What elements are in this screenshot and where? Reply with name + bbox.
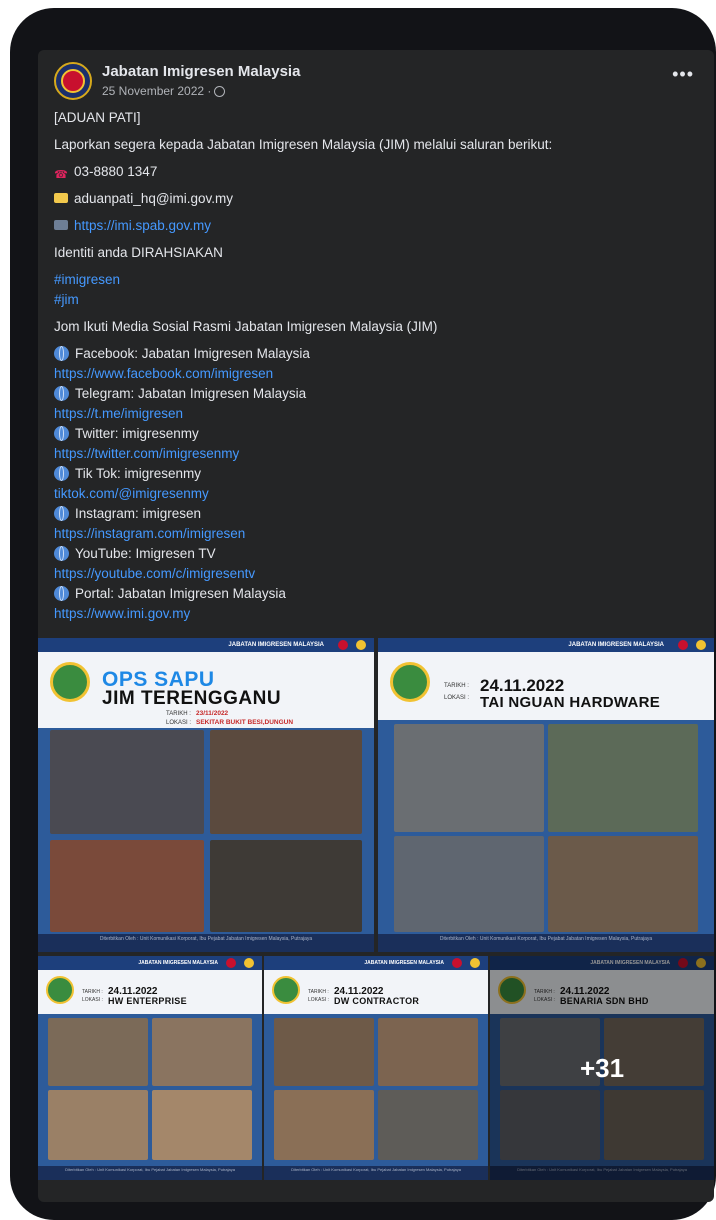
tarikh-label: TARIKH :	[308, 989, 329, 995]
social-tiktok-label: Tik Tok: imigresenmy	[54, 464, 694, 484]
photo	[378, 1018, 478, 1086]
photo	[394, 836, 544, 932]
social-tiktok-link[interactable]: tiktok.com/@imigresenmy	[54, 484, 694, 504]
globe-icon	[54, 426, 69, 441]
globe-icon	[54, 506, 69, 521]
more-photos-overlay[interactable]: +31	[490, 956, 714, 1180]
crest-icon	[272, 976, 300, 1004]
photo	[210, 730, 362, 834]
social-facebook-link[interactable]: https://www.facebook.com/imigresen	[54, 364, 694, 384]
photo	[378, 1090, 478, 1160]
tile-banner: JABATAN IMIGRESEN MALAYSIA	[38, 956, 262, 970]
crest-icon	[390, 662, 430, 702]
site-link[interactable]: https://imi.spab.gov.my	[74, 218, 211, 233]
lokasi-label: LOKASI :	[82, 997, 103, 1003]
tile-company: DW CONTRACTOR	[334, 996, 420, 1006]
social-twitter-link[interactable]: https://twitter.com/imigresenmy	[54, 444, 694, 464]
photo	[50, 730, 204, 834]
tarikh-label: TARIKH :	[82, 989, 103, 995]
tarikh-label: TARIKH :	[444, 683, 469, 689]
photo	[48, 1018, 148, 1086]
photo	[210, 840, 362, 932]
crest-icon	[61, 69, 85, 93]
tile-company: HW ENTERPRISE	[108, 996, 187, 1006]
social-telegram-label: Telegram: Jabatan Imigresen Malaysia	[54, 384, 694, 404]
tarikh-value: 23/11/2022	[196, 710, 229, 717]
lokasi-label: LOKASI :	[308, 997, 329, 1003]
photo	[152, 1090, 252, 1160]
tile-footer: Diterbitkan Oleh : Unit Komunikasi Korpo…	[264, 1166, 488, 1180]
social-instagram-link[interactable]: https://instagram.com/imigresen	[54, 524, 694, 544]
post-text: [ADUAN PATI] Laporkan segera kepada Jaba…	[54, 108, 694, 624]
page-name[interactable]: Jabatan Imigresen Malaysia	[102, 63, 300, 80]
tile-company: TAI NGUAN HARDWARE	[480, 694, 661, 711]
gallery-photo-1[interactable]: JABATAN IMIGRESEN MALAYSIA OPS SAPU JIM …	[38, 638, 374, 952]
tile-banner: JABATAN IMIGRESEN MALAYSIA	[38, 638, 374, 652]
site-line: https://imi.spab.gov.my	[54, 216, 694, 236]
follow-line: Jom Ikuti Media Sosial Rasmi Jabatan Imi…	[54, 319, 438, 334]
more-options-button[interactable]: •••	[672, 64, 694, 85]
photo	[394, 724, 544, 832]
telephone-icon: ☎	[54, 169, 68, 181]
photo	[548, 836, 698, 932]
phone-frame: Jabatan Imigresen Malaysia 25 November 2…	[10, 8, 716, 1220]
social-twitter-label: Twitter: imigresenmy	[54, 424, 694, 444]
tile-footer: Diterbitkan Oleh : Unit Komunikasi Korpo…	[38, 1166, 262, 1180]
tarikh-label: TARIKH :	[166, 711, 191, 717]
photo	[274, 1018, 374, 1086]
gallery-photo-2[interactable]: JABATAN IMIGRESEN MALAYSIA TARIKH : LOKA…	[378, 638, 714, 952]
envelope-icon	[54, 193, 68, 203]
gallery-photo-5[interactable]: JABATAN IMIGRESEN MALAYSIA TARIKH : LOKA…	[490, 956, 714, 1180]
more-photos-count: +31	[579, 1052, 625, 1083]
photo	[548, 724, 698, 832]
laptop-icon	[54, 220, 68, 230]
photo	[48, 1090, 148, 1160]
tile-footer: Diterbitkan Oleh : Unit Komunikasi Korpo…	[378, 934, 714, 952]
email-line: aduanpati_hq@imi.gov.my	[54, 189, 694, 209]
social-youtube-label: YouTube: Imigresen TV	[54, 544, 694, 564]
social-portal-label: Portal: Jabatan Imigresen Malaysia	[54, 584, 694, 604]
post-meta: 25 November 2022 ·	[102, 84, 226, 98]
globe-icon	[54, 586, 69, 601]
phone-line: ☎ 03-8880 1347	[54, 164, 158, 181]
tile-banner: JABATAN IMIGRESEN MALAYSIA	[264, 956, 488, 970]
social-telegram-link[interactable]: https://t.me/imigresen	[54, 404, 694, 424]
crest-icon	[46, 976, 74, 1004]
social-portal-link[interactable]: https://www.imi.gov.my	[54, 604, 694, 624]
post-header: Jabatan Imigresen Malaysia 25 November 2…	[38, 50, 714, 104]
globe-icon	[54, 386, 69, 401]
lokasi-label: LOKASI :	[444, 695, 470, 701]
tile-banner: JABATAN IMIGRESEN MALAYSIA	[378, 638, 714, 652]
hashtag-imigresen[interactable]: #imigresen	[54, 270, 694, 290]
post-date[interactable]: 25 November 2022 ·	[102, 84, 211, 98]
tag-line: [ADUAN PATI]	[54, 110, 141, 125]
social-instagram-label: Instagram: imigresen	[54, 504, 694, 524]
page-avatar[interactable]	[54, 62, 92, 100]
globe-icon	[54, 466, 69, 481]
photo	[274, 1090, 374, 1160]
social-facebook-label: Facebook: Jabatan Imigresen Malaysia	[54, 344, 694, 364]
tile-footer: Diterbitkan Oleh : Unit Komunikasi Korpo…	[38, 934, 374, 952]
globe-icon	[54, 546, 69, 561]
photo	[152, 1018, 252, 1086]
lokasi-value: SEKITAR BUKIT BESI,DUNGUN	[196, 719, 294, 726]
photo-gallery: JABATAN IMIGRESEN MALAYSIA OPS SAPU JIM …	[38, 638, 714, 1202]
public-globe-icon	[214, 85, 226, 97]
social-youtube-link[interactable]: https://youtube.com/c/imigresentv	[54, 564, 694, 584]
tile-date: 24.11.2022	[480, 676, 565, 695]
hashtag-jim[interactable]: #jim	[54, 290, 694, 310]
intro-line: Laporkan segera kepada Jabatan Imigresen…	[54, 137, 553, 152]
gallery-photo-3[interactable]: JABATAN IMIGRESEN MALAYSIA TARIKH : LOKA…	[38, 956, 262, 1180]
tile-subtitle: JIM TERENGGANU	[102, 688, 282, 709]
photo	[50, 840, 204, 932]
confidential-line: Identiti anda DIRAHSIAKAN	[54, 245, 223, 260]
crest-icon	[50, 662, 90, 702]
lokasi-label: LOKASI :	[166, 720, 192, 726]
globe-icon	[54, 346, 69, 361]
gallery-photo-4[interactable]: JABATAN IMIGRESEN MALAYSIA TARIKH : LOKA…	[264, 956, 488, 1180]
post-card: Jabatan Imigresen Malaysia 25 November 2…	[38, 50, 714, 1202]
